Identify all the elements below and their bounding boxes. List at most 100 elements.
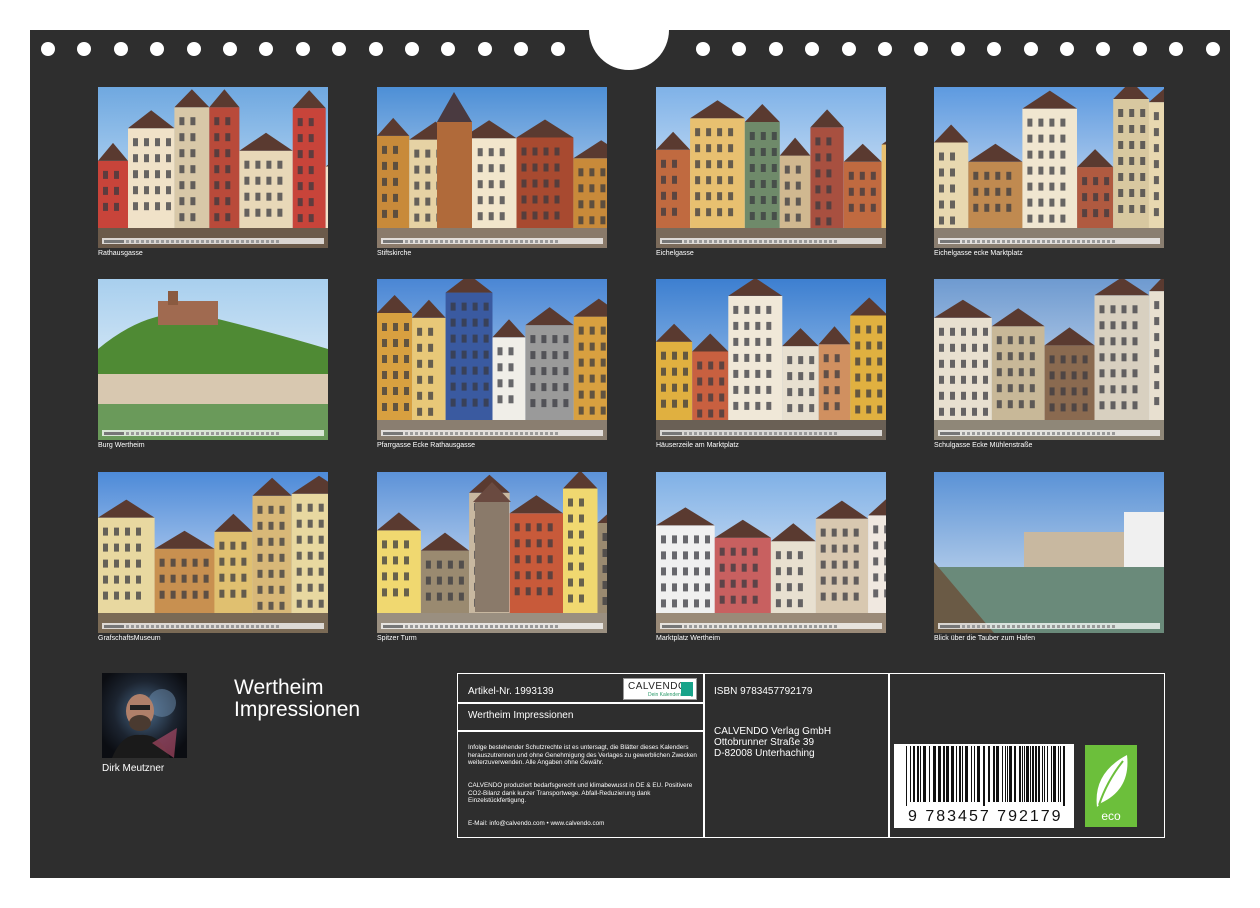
mini-calendar-day bbox=[1077, 624, 1080, 628]
mini-calendar-day bbox=[515, 624, 518, 628]
mini-calendar-day bbox=[161, 431, 164, 435]
mini-calendar-day bbox=[251, 624, 254, 628]
mini-calendar-day bbox=[972, 624, 975, 628]
mini-calendar-day bbox=[261, 239, 264, 243]
mini-calendar-day bbox=[764, 624, 767, 628]
month-photo bbox=[656, 87, 886, 248]
mini-calendar-day bbox=[231, 239, 234, 243]
mini-calendar-day bbox=[967, 431, 970, 435]
mini-calendar-day bbox=[181, 239, 184, 243]
binding-hole bbox=[1060, 42, 1074, 56]
mini-calendar-strip bbox=[660, 623, 882, 629]
mini-calendar-day bbox=[804, 431, 807, 435]
mini-calendar-day bbox=[415, 624, 418, 628]
mini-calendar-day bbox=[261, 431, 264, 435]
mini-calendar-day bbox=[769, 431, 772, 435]
mini-calendar-day bbox=[754, 624, 757, 628]
photo-caption: Blick über die Tauber zum Hafen bbox=[934, 635, 1036, 642]
mini-calendar-day bbox=[410, 431, 413, 435]
mini-calendar-day bbox=[485, 431, 488, 435]
mini-calendar-day bbox=[1042, 239, 1045, 243]
barcode-bar bbox=[956, 746, 957, 802]
mini-calendar-day bbox=[555, 431, 558, 435]
mini-calendar-day bbox=[271, 624, 274, 628]
mini-calendar-day bbox=[236, 431, 239, 435]
mini-calendar-day bbox=[744, 624, 747, 628]
divider bbox=[888, 674, 890, 837]
mini-calendar-day bbox=[131, 239, 134, 243]
mini-calendar-day bbox=[196, 624, 199, 628]
binding-hole bbox=[768, 42, 783, 56]
mini-calendar-day bbox=[206, 431, 209, 435]
mini-calendar-day bbox=[500, 239, 503, 243]
mini-calendar-day bbox=[799, 431, 802, 435]
mini-calendar-day bbox=[824, 431, 827, 435]
mini-calendar-day bbox=[475, 239, 478, 243]
mini-calendar-day bbox=[405, 431, 408, 435]
mini-calendar-day bbox=[261, 624, 264, 628]
mini-calendar-day bbox=[430, 431, 433, 435]
barcode-bar bbox=[1019, 746, 1021, 802]
mini-calendar-day bbox=[151, 239, 154, 243]
mini-calendar-day bbox=[1012, 431, 1015, 435]
mini-calendar-day bbox=[1002, 239, 1005, 243]
mini-calendar-day bbox=[231, 624, 234, 628]
binding-hole bbox=[295, 42, 310, 56]
mini-calendar-day bbox=[784, 431, 787, 435]
title-line-1: Wertheim bbox=[234, 676, 324, 699]
eco-label: eco bbox=[1101, 809, 1121, 823]
mini-calendar-day bbox=[804, 624, 807, 628]
mini-calendar-day bbox=[226, 624, 229, 628]
mini-calendar-day bbox=[997, 624, 1000, 628]
mini-calendar-day bbox=[1012, 239, 1015, 243]
mini-calendar-day bbox=[829, 431, 832, 435]
mini-calendar-day bbox=[266, 624, 269, 628]
mini-calendar-day bbox=[475, 624, 478, 628]
mini-calendar-day bbox=[1097, 624, 1100, 628]
mini-calendar-day bbox=[1112, 239, 1115, 243]
mini-calendar-day bbox=[1102, 624, 1105, 628]
mini-calendar-day bbox=[450, 239, 453, 243]
mini-calendar-month bbox=[940, 624, 960, 628]
mini-calendar-day bbox=[1087, 431, 1090, 435]
mini-calendar-day bbox=[982, 431, 985, 435]
product-info-box: Artikel-Nr. 1993139 CALVENDO Dein Kalend… bbox=[457, 673, 1165, 838]
mini-calendar-day bbox=[480, 624, 483, 628]
barcode-bar bbox=[1053, 746, 1056, 802]
mini-calendar-day bbox=[1027, 624, 1030, 628]
mini-calendar-day bbox=[475, 431, 478, 435]
mini-calendar-day bbox=[809, 239, 812, 243]
barcode-bar bbox=[917, 746, 919, 802]
mini-calendar-day bbox=[1007, 431, 1010, 435]
mini-calendar-day bbox=[809, 431, 812, 435]
mini-calendar-day bbox=[1067, 239, 1070, 243]
mini-calendar-day bbox=[196, 239, 199, 243]
photo-caption: Burg Wertheim bbox=[98, 442, 145, 449]
mini-calendar-day bbox=[684, 624, 687, 628]
barcode-bar bbox=[1026, 746, 1029, 802]
mini-calendar-day bbox=[1097, 431, 1100, 435]
mini-calendar-day bbox=[136, 624, 139, 628]
mini-calendar-day bbox=[510, 239, 513, 243]
mini-calendar-day bbox=[977, 431, 980, 435]
mini-calendar-day bbox=[774, 239, 777, 243]
mini-calendar-day bbox=[789, 624, 792, 628]
mini-calendar-day bbox=[1017, 431, 1020, 435]
mini-calendar-day bbox=[699, 624, 702, 628]
mini-calendar-strip bbox=[381, 623, 603, 629]
barcode-bar bbox=[933, 746, 936, 802]
mini-calendar-day bbox=[709, 431, 712, 435]
barcode-bar bbox=[938, 746, 941, 802]
mini-calendar-day bbox=[997, 239, 1000, 243]
barcode-bar bbox=[996, 746, 999, 802]
mini-calendar-day bbox=[684, 431, 687, 435]
mini-calendar-day bbox=[749, 239, 752, 243]
mini-calendar-day bbox=[440, 431, 443, 435]
mini-calendar-day bbox=[962, 431, 965, 435]
mini-calendar-day bbox=[191, 239, 194, 243]
mini-calendar-day bbox=[241, 431, 244, 435]
binding-hole bbox=[186, 42, 201, 56]
barcode-bar bbox=[906, 746, 907, 806]
mini-calendar-day bbox=[186, 239, 189, 243]
mini-calendar-day bbox=[156, 431, 159, 435]
